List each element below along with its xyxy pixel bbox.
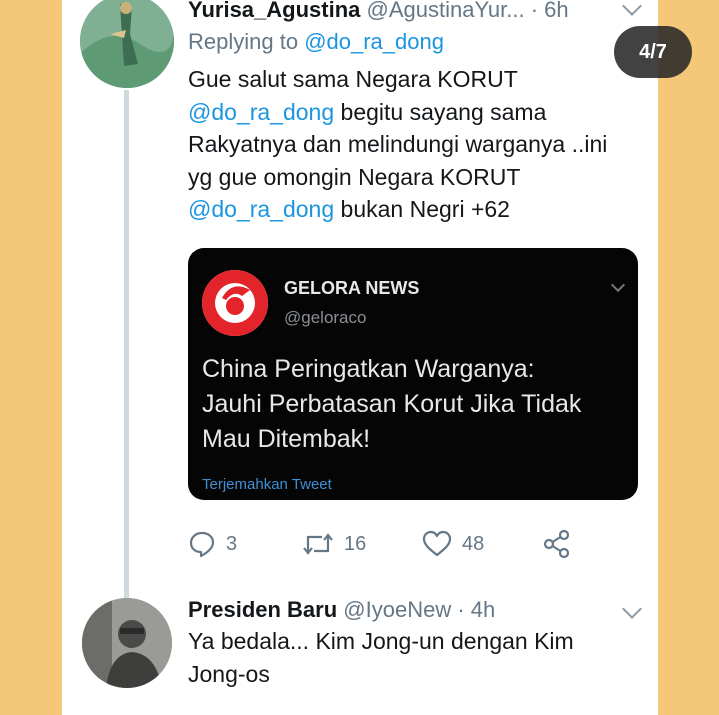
quoted-text-line: Jauhi Perbatasan Korut Jika Tidak — [202, 390, 582, 418]
tweet-actions: 3 16 48 — [188, 530, 608, 564]
tweet-time[interactable]: · 6h — [531, 0, 569, 22]
tweet-time[interactable]: · 4h — [457, 597, 495, 622]
like-icon — [422, 530, 452, 557]
quoted-user-handle[interactable]: @geloraco — [284, 308, 366, 328]
retweet-button[interactable]: 16 — [302, 530, 366, 558]
mention-link[interactable]: @do_ra_dong — [188, 99, 334, 125]
reply-icon — [189, 531, 215, 558]
tweet-text-fragment: bukan Negri +62 — [334, 196, 510, 222]
tweet-header: Yurisa_Agustina @AgustinaYur... · 6h — [188, 0, 569, 23]
chevron-down-icon[interactable] — [622, 599, 642, 619]
tweet-text-line: Gue salut sama Negara KORUT — [188, 66, 518, 92]
display-name[interactable]: Yurisa_Agustina — [188, 0, 360, 22]
quoted-text-line: China Peringatkan Warganya: — [202, 355, 535, 383]
share-icon — [543, 530, 570, 558]
tweet-text-line: @do_ra_dong bukan Negri +62 — [188, 193, 648, 226]
replying-to-line: Replying to @do_ra_dong — [188, 29, 444, 55]
translate-tweet-link[interactable]: Terjemahkan Tweet — [202, 476, 332, 493]
reply-button[interactable]: 3 — [188, 530, 237, 558]
display-name[interactable]: Presiden Baru — [188, 597, 337, 622]
tweet-text-line: Rakyatnya dan melindungi warganya ..ini — [188, 131, 608, 157]
gelora-logo-icon — [202, 270, 268, 336]
quoted-tweet-text: China Peringatkan Warganya: Jauhi Perbat… — [202, 352, 632, 457]
reply-count: 3 — [226, 532, 238, 555]
like-button[interactable]: 48 — [422, 530, 484, 558]
tweet-thread-card: Yurisa_Agustina @AgustinaYur... · 6h Rep… — [62, 0, 658, 715]
tweet-text-line: yg gue omongin Negara KORUT — [188, 163, 521, 190]
tweet-text: Gue salut sama Negara KORUT @do_ra_dong … — [188, 63, 648, 226]
tweet-text-line: Jong-os — [188, 660, 270, 687]
tweet-text: Ya bedala... Kim Jong-un dengan Kim Jong… — [188, 625, 648, 690]
tweet-text-fragment: begitu sayang sama — [334, 98, 547, 125]
quoted-display-name[interactable]: GELORA NEWS — [284, 278, 419, 299]
gelora-logo-avatar — [202, 270, 268, 336]
tweet-header: Presiden Baru @IyoeNew · 4h — [188, 597, 495, 623]
quoted-tweet-card[interactable]: GELORA NEWS @geloraco China Peringatkan … — [188, 248, 638, 500]
user-handle[interactable]: @IyoeNew — [343, 597, 451, 622]
like-count: 48 — [462, 532, 485, 555]
mention-link[interactable]: @do_ra_dong — [188, 196, 334, 222]
page-indicator: 4/7 — [614, 26, 692, 78]
replying-to-link[interactable]: @do_ra_dong — [304, 29, 444, 54]
tweet-text-line: Ya bedala... Kim Jong-un dengan Kim — [188, 628, 574, 654]
tweet-text-line: @do_ra_dong begitu sayang sama — [188, 96, 648, 129]
avatar[interactable] — [80, 0, 174, 88]
avatar[interactable] — [82, 598, 172, 688]
retweet-icon — [303, 533, 333, 555]
user-handle[interactable]: @AgustinaYur... — [367, 0, 525, 22]
avatar-image — [82, 598, 172, 688]
quoted-text-line: Mau Ditembak! — [202, 425, 371, 453]
chevron-down-icon[interactable] — [622, 0, 642, 16]
retweet-count: 16 — [344, 532, 367, 555]
chevron-down-icon[interactable] — [610, 277, 626, 293]
replying-prefix: Replying to — [188, 29, 305, 54]
thread-connector-line — [124, 90, 129, 600]
avatar-image — [80, 0, 174, 88]
share-button[interactable] — [542, 530, 572, 558]
